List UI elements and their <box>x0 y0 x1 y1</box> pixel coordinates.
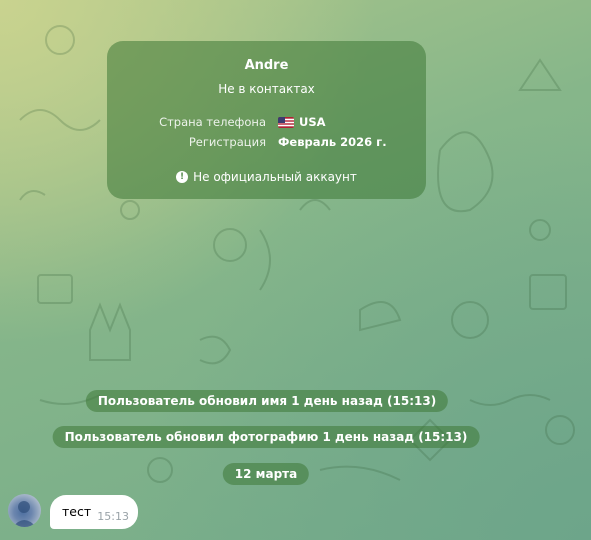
registration-label: Регистрация <box>188 135 266 149</box>
service-message-photo-updated: Пользователь обновил фотографию 1 день н… <box>52 426 480 448</box>
service-message-name-updated: Пользователь обновил имя 1 день назад (1… <box>85 390 449 412</box>
unofficial-account-text: Не официальный аккаунт <box>193 170 357 184</box>
registration-row: Регистрация Февраль 2026 г. <box>107 135 426 151</box>
registration-value: Февраль 2026 г. <box>278 135 387 149</box>
message-bubble[interactable]: тест 15:13 <box>50 495 138 529</box>
message-time: 15:13 <box>97 510 129 523</box>
date-separator: 12 марта <box>222 463 310 485</box>
us-flag-icon <box>278 116 294 128</box>
contact-name: Andre <box>244 58 289 73</box>
phone-country-row: Страна телефона USA <box>107 115 426 131</box>
phone-country-text: USA <box>299 115 326 129</box>
unofficial-account-note: ! Не официальный аккаунт <box>107 170 426 184</box>
user-avatar[interactable] <box>8 494 41 527</box>
info-icon: ! <box>176 171 189 183</box>
phone-country-label: Страна телефона <box>159 115 266 129</box>
phone-country-value: USA <box>278 115 326 129</box>
contact-status: Не в контактах <box>218 82 315 96</box>
contact-info-card: Andre Не в контактах Страна телефона USA… <box>107 41 426 199</box>
message-text: тест <box>62 504 92 519</box>
